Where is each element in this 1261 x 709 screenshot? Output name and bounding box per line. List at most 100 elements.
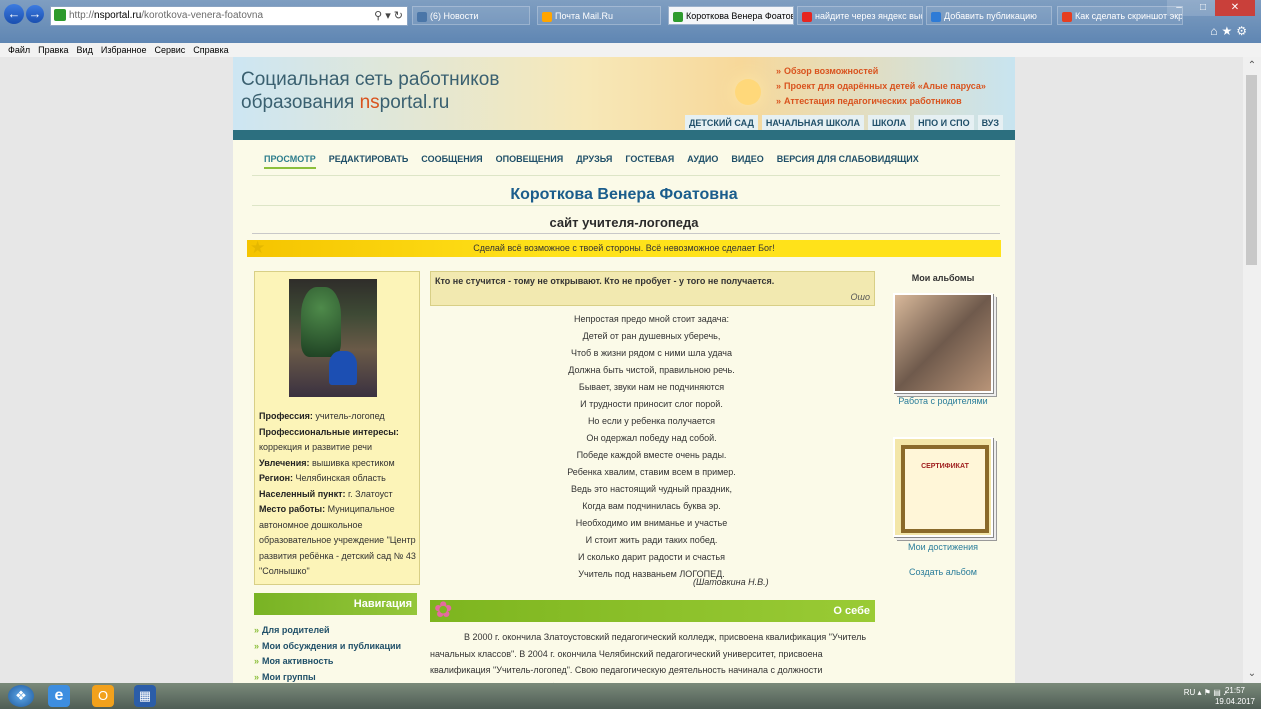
browser-tab-6[interactable]: Как сделать скриншот экрана (1057, 6, 1183, 25)
minimize-icon[interactable]: – (1167, 0, 1191, 16)
site-brand-line1[interactable]: Социальная сеть работников (241, 69, 499, 91)
site-banner: Социальная сеть работников образования n… (233, 57, 1015, 132)
tray-arrow-icon[interactable]: ▴ (1198, 688, 1202, 697)
favorites-star-icon[interactable]: ★ (1221, 24, 1236, 38)
tab-friends[interactable]: ДРУЗЬЯ (576, 154, 612, 169)
clock[interactable]: 21:57 19.04.2017 (1215, 685, 1255, 707)
album-link-achievements[interactable]: Мои достижения (893, 542, 993, 552)
menu-file[interactable]: Файл (8, 45, 30, 55)
address-bar[interactable]: http://nsportal.ru/korotkova-venera-foat… (50, 6, 408, 26)
save-app-icon[interactable]: ▦ (134, 685, 156, 707)
tab-label: найдите через яндекс высша... (815, 11, 922, 21)
nav-item-parents[interactable]: » Для родителей (254, 623, 424, 639)
top-link-label: Аттестация педагогических работников (784, 96, 962, 106)
divider (252, 233, 1000, 234)
language-indicator[interactable]: RU (1184, 688, 1196, 697)
field-value: учитель-логопед (312, 411, 385, 421)
nav-item-discussions[interactable]: » Мои обсуждения и публикации (254, 639, 424, 655)
browser-tab-4[interactable]: найдите через яндекс высша... (797, 6, 923, 25)
maximize-icon[interactable]: □ (1191, 0, 1215, 16)
browser-tab-3[interactable]: Короткова Венера Фоатов... (668, 6, 794, 25)
browser-toolbar-icons: ⌂★⚙ (1210, 24, 1251, 38)
poem-line: Непростая предо мной стоит задача: (574, 314, 729, 324)
tab-view[interactable]: ПРОСМОТР (264, 154, 316, 169)
nav-item-groups[interactable]: » Мои группы (254, 670, 424, 684)
tab-video[interactable]: ВИДЕО (731, 154, 763, 169)
poem-line: И сколько дарит радости и счастья (578, 552, 725, 562)
menu-favorites[interactable]: Избранное (101, 45, 147, 55)
scroll-down-icon[interactable]: ⌄ (1243, 667, 1261, 681)
profile-tabs: ПРОСМОТР РЕДАКТИРОВАТЬ СООБЩЕНИЯ ОПОВЕЩЕ… (264, 154, 932, 169)
browser-tab-1[interactable]: (6) Новости (412, 6, 530, 25)
profile-field-profession: Профессия: учитель-логопед (259, 409, 417, 425)
menu-edit[interactable]: Правка (38, 45, 68, 55)
about-header: ✿ О себе (430, 597, 875, 622)
search-refresh-icons[interactable]: ⚲ ▾ ↻ (374, 7, 403, 25)
tab-notifications[interactable]: ОПОВЕЩЕНИЯ (496, 154, 564, 169)
header-stripe (233, 130, 1015, 140)
window-controls: – □ ✕ (1167, 0, 1255, 16)
tab-audio[interactable]: АУДИО (687, 154, 718, 169)
back-button[interactable]: ← (4, 4, 24, 24)
home-icon[interactable]: ⌂ (1210, 24, 1221, 38)
poem-line: Необходимо им вниманье и участье (575, 518, 728, 528)
tab-edit[interactable]: РЕДАКТИРОВАТЬ (329, 154, 409, 169)
clock-time: 21:57 (1224, 686, 1245, 695)
menu-help[interactable]: Справка (193, 45, 228, 55)
forward-button[interactable]: → (26, 5, 44, 23)
poem-line: Но если у ребенка получается (587, 416, 716, 426)
tab-label: (6) Новости (430, 11, 479, 21)
star-icon: ★ (250, 238, 266, 257)
tab-guestbook[interactable]: ГОСТЕВАЯ (625, 154, 674, 169)
nav-item-activity[interactable]: » Моя активность (254, 654, 424, 670)
navigation-header: Навигация (254, 593, 417, 615)
poem: Непростая предо мной стоит задача: Детей… (430, 311, 873, 583)
nav-label: Мои обсуждения и публикации (262, 640, 402, 651)
album-link-parents[interactable]: Работа с родителями (893, 394, 993, 408)
start-button-icon[interactable]: ❖ (8, 685, 34, 707)
tab-accessible-version[interactable]: ВЕРСИЯ ДЛЯ СЛАБОВИДЯЩИХ (777, 154, 919, 169)
top-link-scarlet-sails[interactable]: » Проект для одарённых детей «Алые паруса… (776, 79, 986, 94)
settings-gear-icon[interactable]: ⚙ (1236, 24, 1251, 38)
browser-tab-2[interactable]: Почта Mail.Ru (537, 6, 661, 25)
about-title: О себе (833, 605, 870, 617)
menu-tools[interactable]: Сервис (154, 45, 185, 55)
mail-favicon-icon (542, 11, 552, 22)
top-link-overview[interactable]: » Обзор возможностей (776, 64, 986, 79)
album-cover-parents[interactable] (893, 293, 993, 393)
poem-line: Детей от ран душевных уберечь, (582, 331, 721, 341)
internet-explorer-icon[interactable]: e (48, 685, 70, 707)
create-album-link[interactable]: Создать альбом (893, 567, 993, 577)
site-brand-line2[interactable]: образования nsportal.ru (241, 92, 449, 114)
flower-icon: ✿ (434, 597, 453, 622)
flag-icon[interactable]: ⚑ (1204, 688, 1211, 697)
clock-date: 19.04.2017 (1214, 697, 1255, 706)
profile-field-city: Населенный пункт: г. Златоуст (259, 487, 417, 503)
yandex-favicon-icon (802, 11, 812, 22)
browser-tab-5[interactable]: Добавить публикацию (926, 6, 1052, 25)
close-icon[interactable]: ✕ (1215, 0, 1255, 16)
scroll-up-icon[interactable]: ⌃ (1243, 59, 1261, 73)
field-label: Увлечения: (259, 457, 310, 468)
profile-photo[interactable] (289, 279, 377, 397)
url-domain: nsportal.ru (94, 10, 142, 21)
poem-line: Бывает, звуки нам не подчиняются (578, 382, 725, 392)
brand-suffix: portal.ru (379, 92, 450, 113)
outlook-icon[interactable]: O (92, 685, 114, 707)
album-cover-achievements[interactable]: СЕРТИФИКАТ (893, 437, 993, 537)
albums-title: Мои альбомы (911, 273, 975, 283)
scroll-thumb[interactable] (1246, 75, 1257, 265)
profile-field-hobbies: Увлечения: вышивка крестиком (259, 456, 417, 472)
browser-menubar: Файл Правка Вид Избранное Сервис Справка (0, 43, 1261, 57)
profile-card: Профессия: учитель-логопед Профессиональ… (254, 271, 420, 585)
certificate-heading: СЕРТИФИКАТ (921, 463, 969, 470)
christmas-tree-shape (301, 287, 341, 357)
brand-highlight: ns (359, 92, 380, 113)
vertical-scrollbar[interactable]: ⌃ ⌄ (1243, 57, 1261, 683)
brand-prefix: образования (241, 92, 360, 113)
poem-line: И трудности приносит слог порой. (580, 399, 723, 409)
tab-messages[interactable]: СООБЩЕНИЯ (421, 154, 482, 169)
top-link-attestation[interactable]: » Аттестация педагогических работников (776, 94, 986, 109)
menu-view[interactable]: Вид (77, 45, 93, 55)
field-value: коррекция и развитие речи (259, 442, 373, 452)
